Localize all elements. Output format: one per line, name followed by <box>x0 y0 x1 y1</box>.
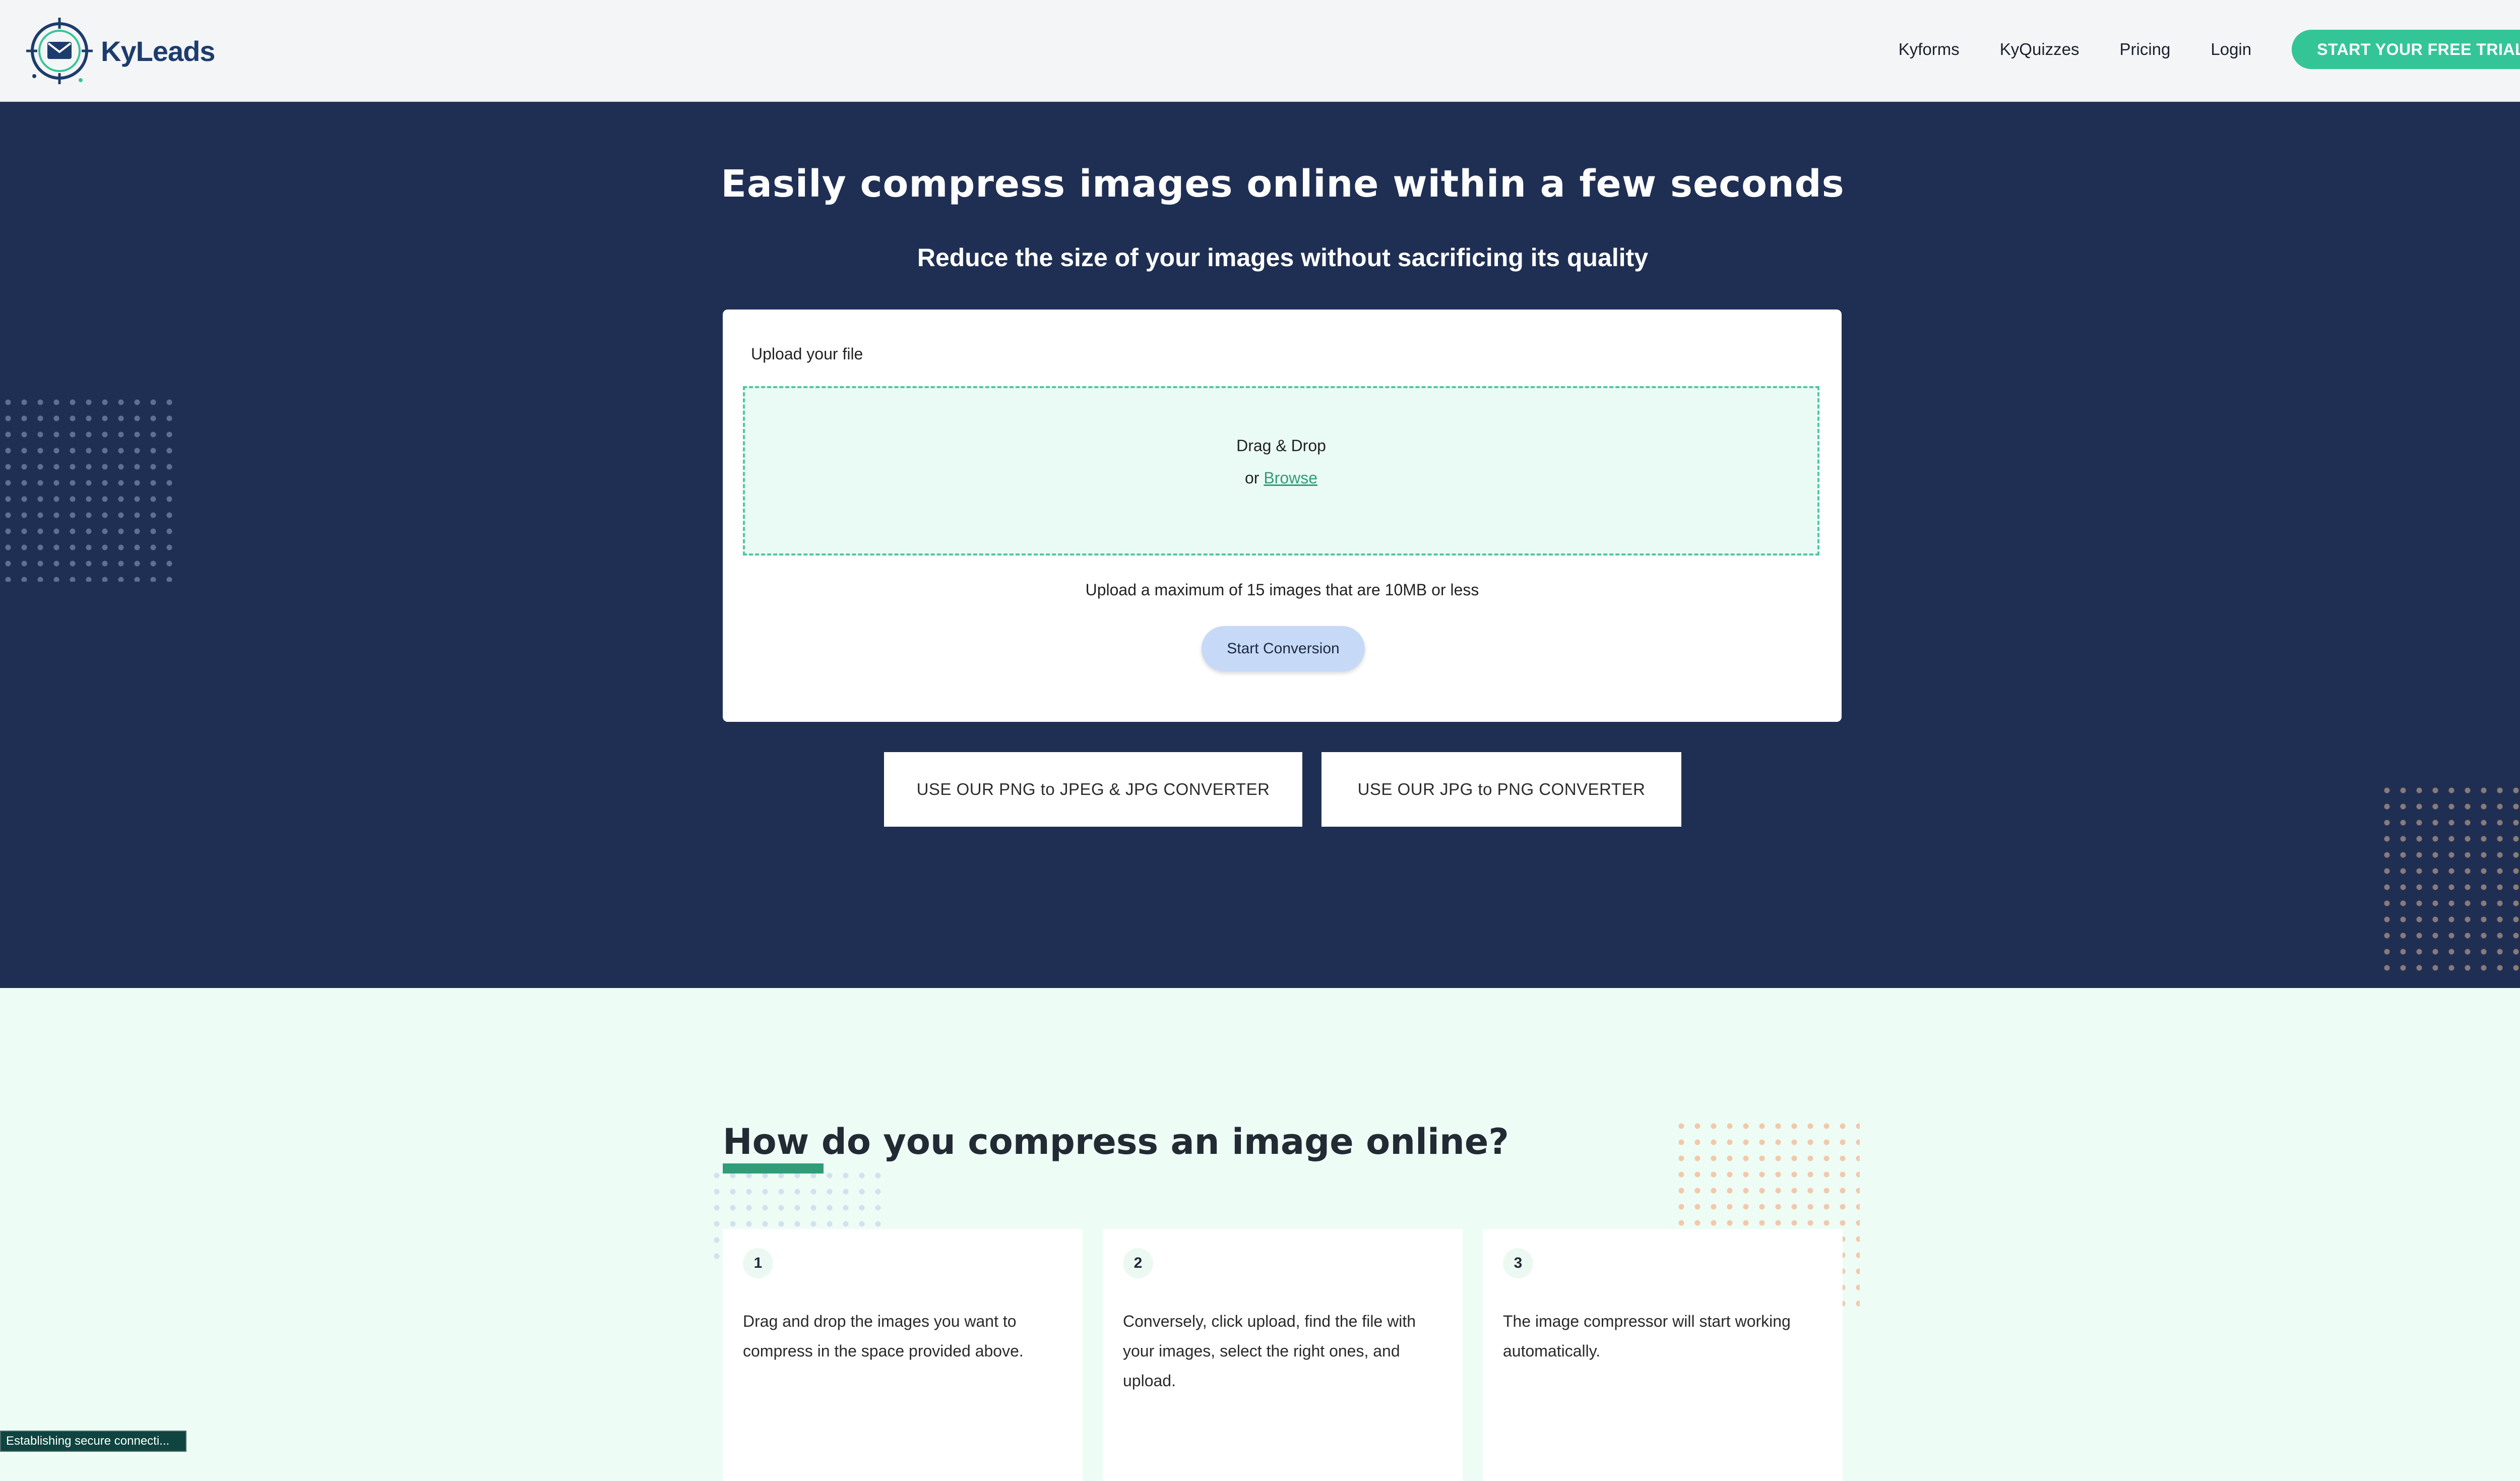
browse-line: or Browse <box>745 469 1817 487</box>
decorative-dot-grid <box>2379 782 2520 974</box>
browser-status-bar: Establishing secure connecti... <box>0 1431 186 1452</box>
step-number: 1 <box>743 1248 773 1278</box>
jpg-to-png-converter-button[interactable]: USE OUR JPG to PNG CONVERTER <box>1321 752 1681 827</box>
envelope-target-icon <box>26 18 93 84</box>
nav-link-pricing[interactable]: Pricing <box>2120 40 2171 59</box>
step-number: 3 <box>1503 1248 1533 1278</box>
page-subtitle: Reduce the size of your images without s… <box>917 243 1649 272</box>
step-text: The image compressor will start working … <box>1503 1312 1791 1360</box>
page-title: Easily compress images online within a f… <box>721 162 1845 206</box>
how-to-title: How do you compress an image online? <box>723 1121 1509 1162</box>
step-card: 3 The image compressor will start workin… <box>1483 1229 1843 1481</box>
brand-logo[interactable]: KyLeads <box>24 18 215 84</box>
nav-link-login[interactable]: Login <box>2211 40 2251 59</box>
or-text: or <box>1244 469 1259 487</box>
main-nav: Kyforms KyQuizzes Pricing Login START YO… <box>1899 0 2520 99</box>
brand-name: KyLeads <box>101 35 215 67</box>
step-card: 2 Conversely, click upload, find the fil… <box>1103 1229 1463 1481</box>
drag-drop-label: Drag & Drop <box>1236 437 1326 455</box>
upload-label: Upload your file <box>751 345 863 363</box>
step-number: 2 <box>1123 1248 1153 1278</box>
step-card: 1 Drag and drop the images you want to c… <box>723 1229 1083 1481</box>
upload-card: Upload your file Drag & Drop or Browse U… <box>723 310 1842 722</box>
upload-limit-note: Upload a maximum of 15 images that are 1… <box>1085 581 1479 599</box>
how-to-section: How do you compress an image online? 1 D… <box>0 988 2520 1481</box>
browse-link[interactable]: Browse <box>1264 469 1317 487</box>
nav-link-kyforms[interactable]: Kyforms <box>1899 40 1960 59</box>
site-header: KyLeads Kyforms KyQuizzes Pricing Login … <box>0 0 2520 102</box>
file-dropzone[interactable]: Drag & Drop or Browse <box>743 386 1819 556</box>
png-to-jpeg-converter-button[interactable]: USE OUR PNG to JPEG & JPG CONVERTER <box>884 752 1302 827</box>
start-conversion-button[interactable]: Start Conversion <box>1202 626 1365 671</box>
hero-section: Easily compress images online within a f… <box>0 102 2520 988</box>
step-text: Conversely, click upload, find the file … <box>1123 1312 1416 1390</box>
title-underline <box>723 1163 824 1174</box>
step-text: Drag and drop the images you want to com… <box>743 1312 1024 1360</box>
start-free-trial-button[interactable]: START YOUR FREE TRIAL <box>2292 30 2520 69</box>
decorative-dot-grid <box>0 394 182 582</box>
nav-link-kyquizzes[interactable]: KyQuizzes <box>2000 40 2080 59</box>
